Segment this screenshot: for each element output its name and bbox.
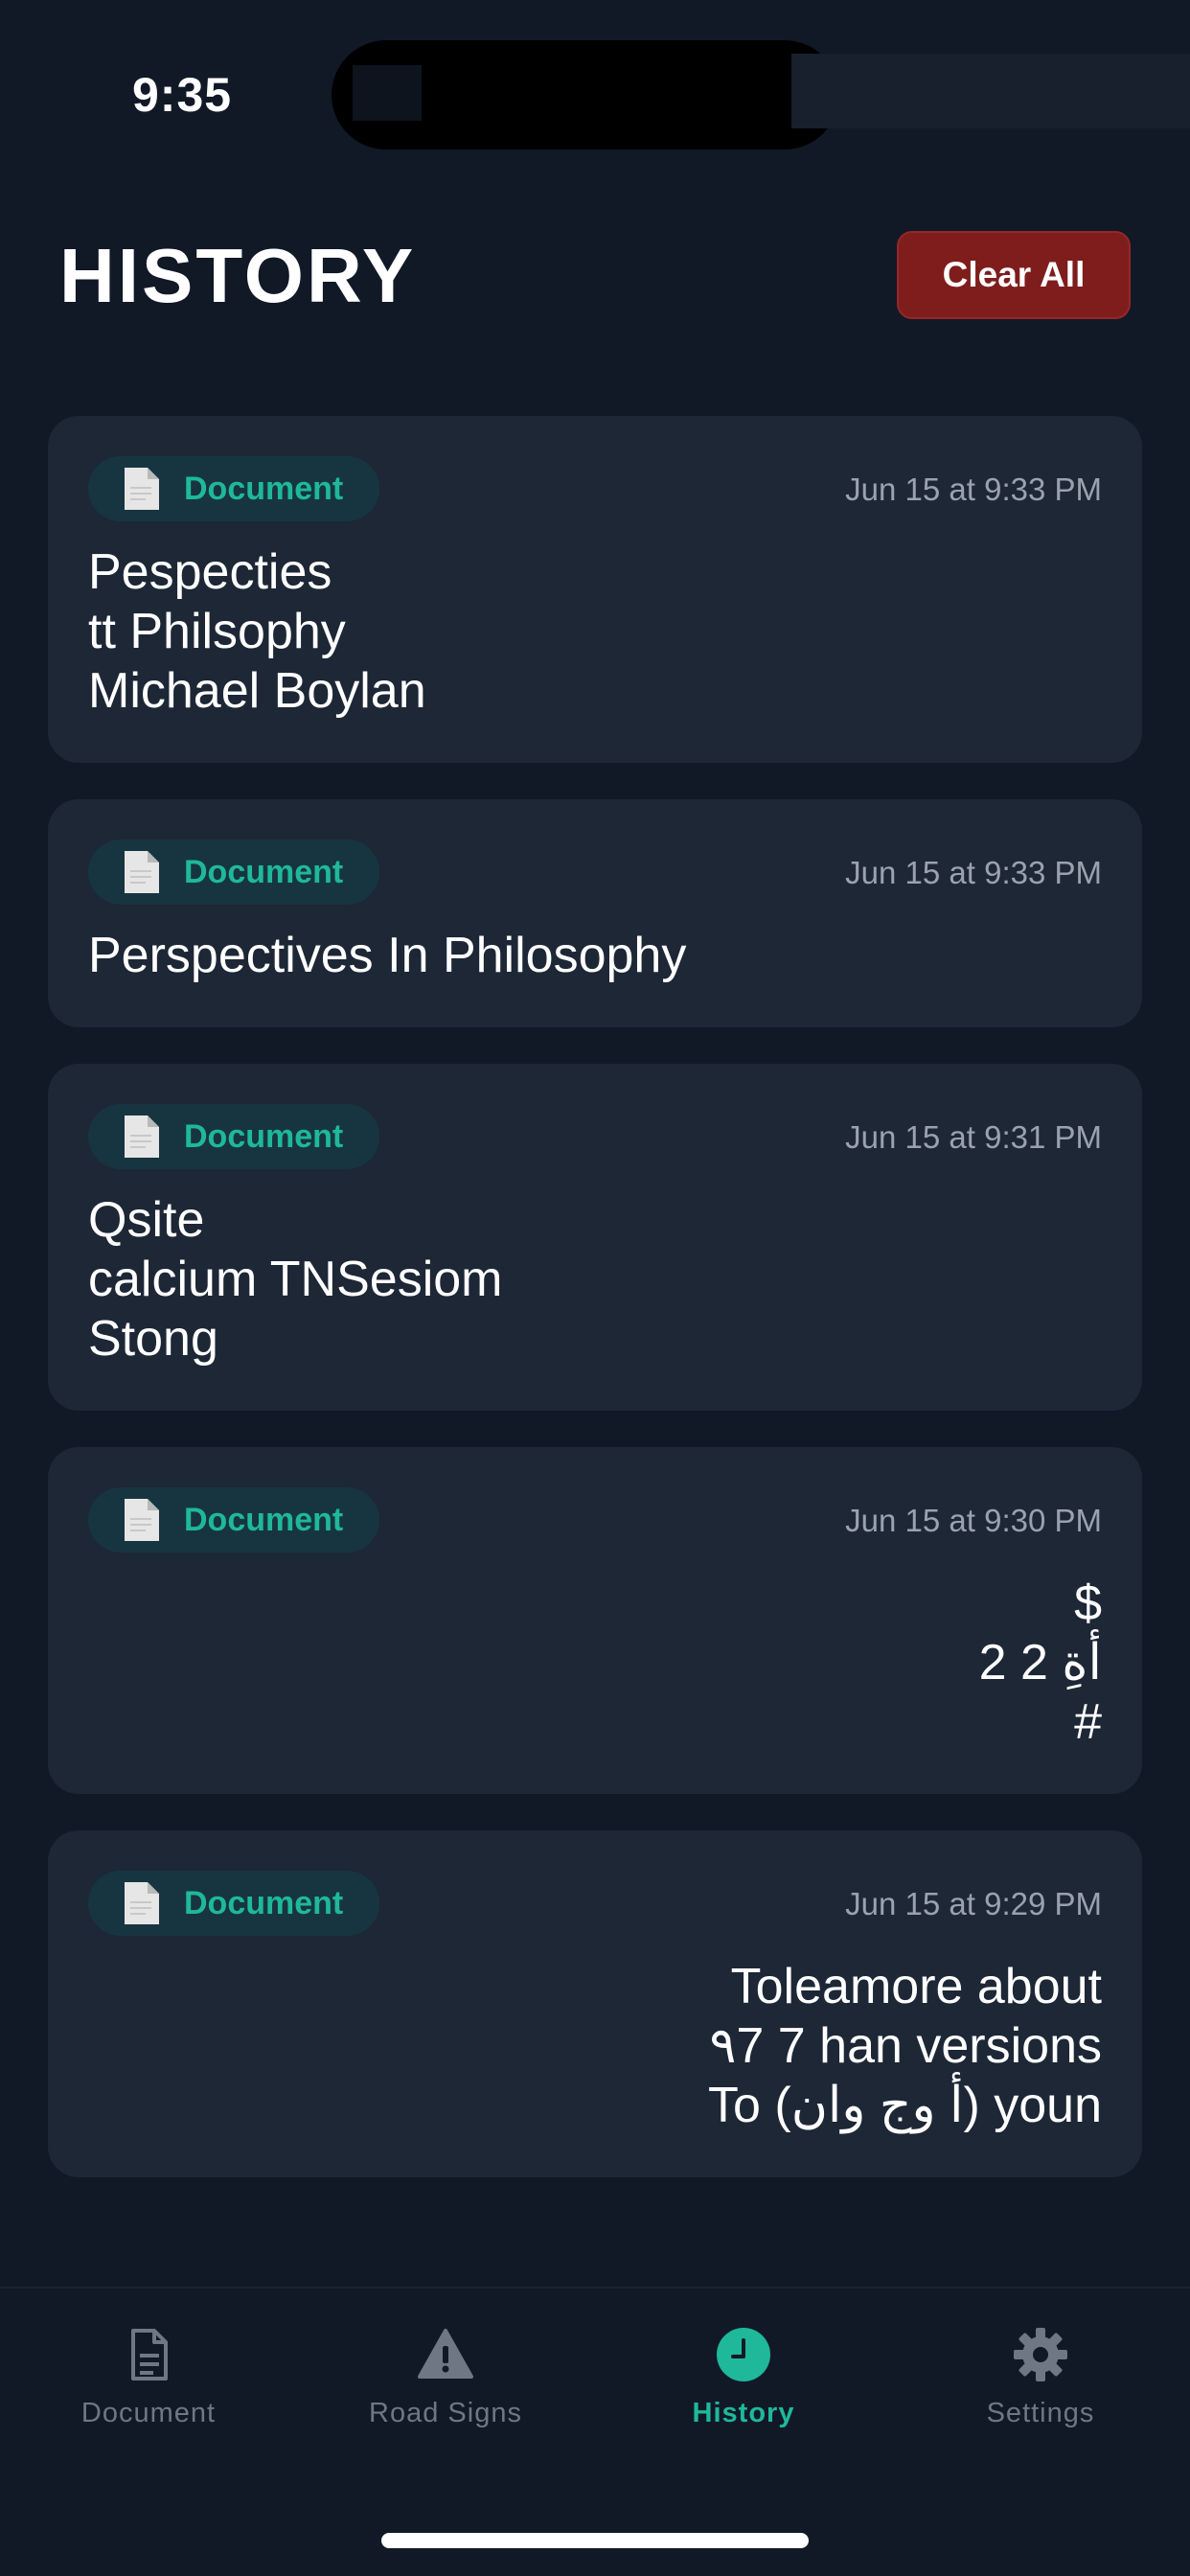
document-file-icon xyxy=(125,1882,159,1924)
history-list: Document Jun 15 at 9:33 PM Pespecties tt… xyxy=(48,416,1142,2214)
card-line: Qsite xyxy=(88,1192,205,1248)
history-card[interactable]: Document Jun 15 at 9:29 PM Toleamore abo… xyxy=(48,1830,1142,2177)
tab-label: Settings xyxy=(986,2398,1095,2428)
timestamp: Jun 15 at 9:33 PM xyxy=(845,855,1102,890)
tab-label: History xyxy=(692,2398,795,2428)
tab-label: Document xyxy=(80,2398,217,2428)
redacted-status-icons xyxy=(791,54,1190,128)
card-text: Pespecties tt Philsophy Michael Boylan xyxy=(88,542,1102,721)
card-line: tt Philsophy xyxy=(88,604,346,659)
card-line: $ xyxy=(1074,1576,1102,1631)
card-text: Qsite calcium TNSesiom Stong xyxy=(88,1190,1102,1368)
type-badge: Document xyxy=(88,456,379,521)
history-card[interactable]: Document Jun 15 at 9:33 PM Perspectives … xyxy=(48,799,1142,1027)
tab-settings[interactable]: Settings xyxy=(926,2325,1156,2440)
document-file-icon xyxy=(125,1499,159,1541)
timestamp: Jun 15 at 9:31 PM xyxy=(845,1119,1102,1155)
tab-label: Road Signs xyxy=(369,2398,522,2428)
type-badge: Document xyxy=(88,1487,379,1552)
document-file-icon xyxy=(125,1116,159,1158)
card-line: Michael Boylan xyxy=(88,663,426,719)
badge-label: Document xyxy=(184,470,344,507)
redacted-block xyxy=(353,65,422,121)
badge-label: Document xyxy=(184,1117,344,1155)
type-badge: Document xyxy=(88,1871,379,1936)
clear-all-button[interactable]: Clear All xyxy=(897,231,1131,319)
badge-label: Document xyxy=(184,1501,344,1538)
badge-label: Document xyxy=(184,853,344,890)
document-file-icon xyxy=(125,468,159,510)
page-title: HISTORY xyxy=(59,233,417,318)
card-line: Toleamore about xyxy=(730,1959,1102,2014)
timestamp: Jun 15 at 9:30 PM xyxy=(845,1503,1102,1538)
card-line: أةِ 2 2 xyxy=(978,1635,1102,1690)
type-badge: Document xyxy=(88,840,379,905)
card-text: Toleamore about ٩7 7 han versions To (أ … xyxy=(88,1957,1102,2135)
card-line: ٩7 7 han versions xyxy=(709,2018,1102,2074)
card-line: # xyxy=(1074,1694,1102,1750)
card-line: To (أ وج وان) youn xyxy=(708,2078,1102,2133)
history-card[interactable]: Document Jun 15 at 9:33 PM Pespecties tt… xyxy=(48,416,1142,763)
document-icon xyxy=(131,2329,168,2380)
home-indicator[interactable] xyxy=(381,2533,809,2548)
tab-history[interactable]: History xyxy=(629,2325,858,2440)
timestamp: Jun 15 at 9:29 PM xyxy=(845,1886,1102,1921)
clock-icon xyxy=(717,2328,770,2381)
timestamp: Jun 15 at 9:33 PM xyxy=(845,472,1102,507)
card-line: Perspectives In Philosophy xyxy=(88,928,687,983)
gear-icon xyxy=(1014,2328,1067,2381)
warning-icon xyxy=(418,2329,473,2379)
card-text: $ أةِ 2 2 # xyxy=(88,1574,1102,1752)
tab-document[interactable]: Document xyxy=(34,2325,263,2440)
card-line: Stong xyxy=(88,1311,218,1367)
status-time: 9:35 xyxy=(132,68,233,122)
document-file-icon xyxy=(125,851,159,893)
card-line: calcium TNSesiom xyxy=(88,1252,503,1307)
type-badge: Document xyxy=(88,1104,379,1169)
card-text: Perspectives In Philosophy xyxy=(88,926,1102,985)
badge-label: Document xyxy=(184,1884,344,1921)
history-card[interactable]: Document Jun 15 at 9:30 PM $ أةِ 2 2 # xyxy=(48,1447,1142,1794)
card-line: Pespecties xyxy=(88,544,332,600)
history-card[interactable]: Document Jun 15 at 9:31 PM Qsite calcium… xyxy=(48,1064,1142,1411)
tab-road-signs[interactable]: Road Signs xyxy=(331,2325,561,2440)
